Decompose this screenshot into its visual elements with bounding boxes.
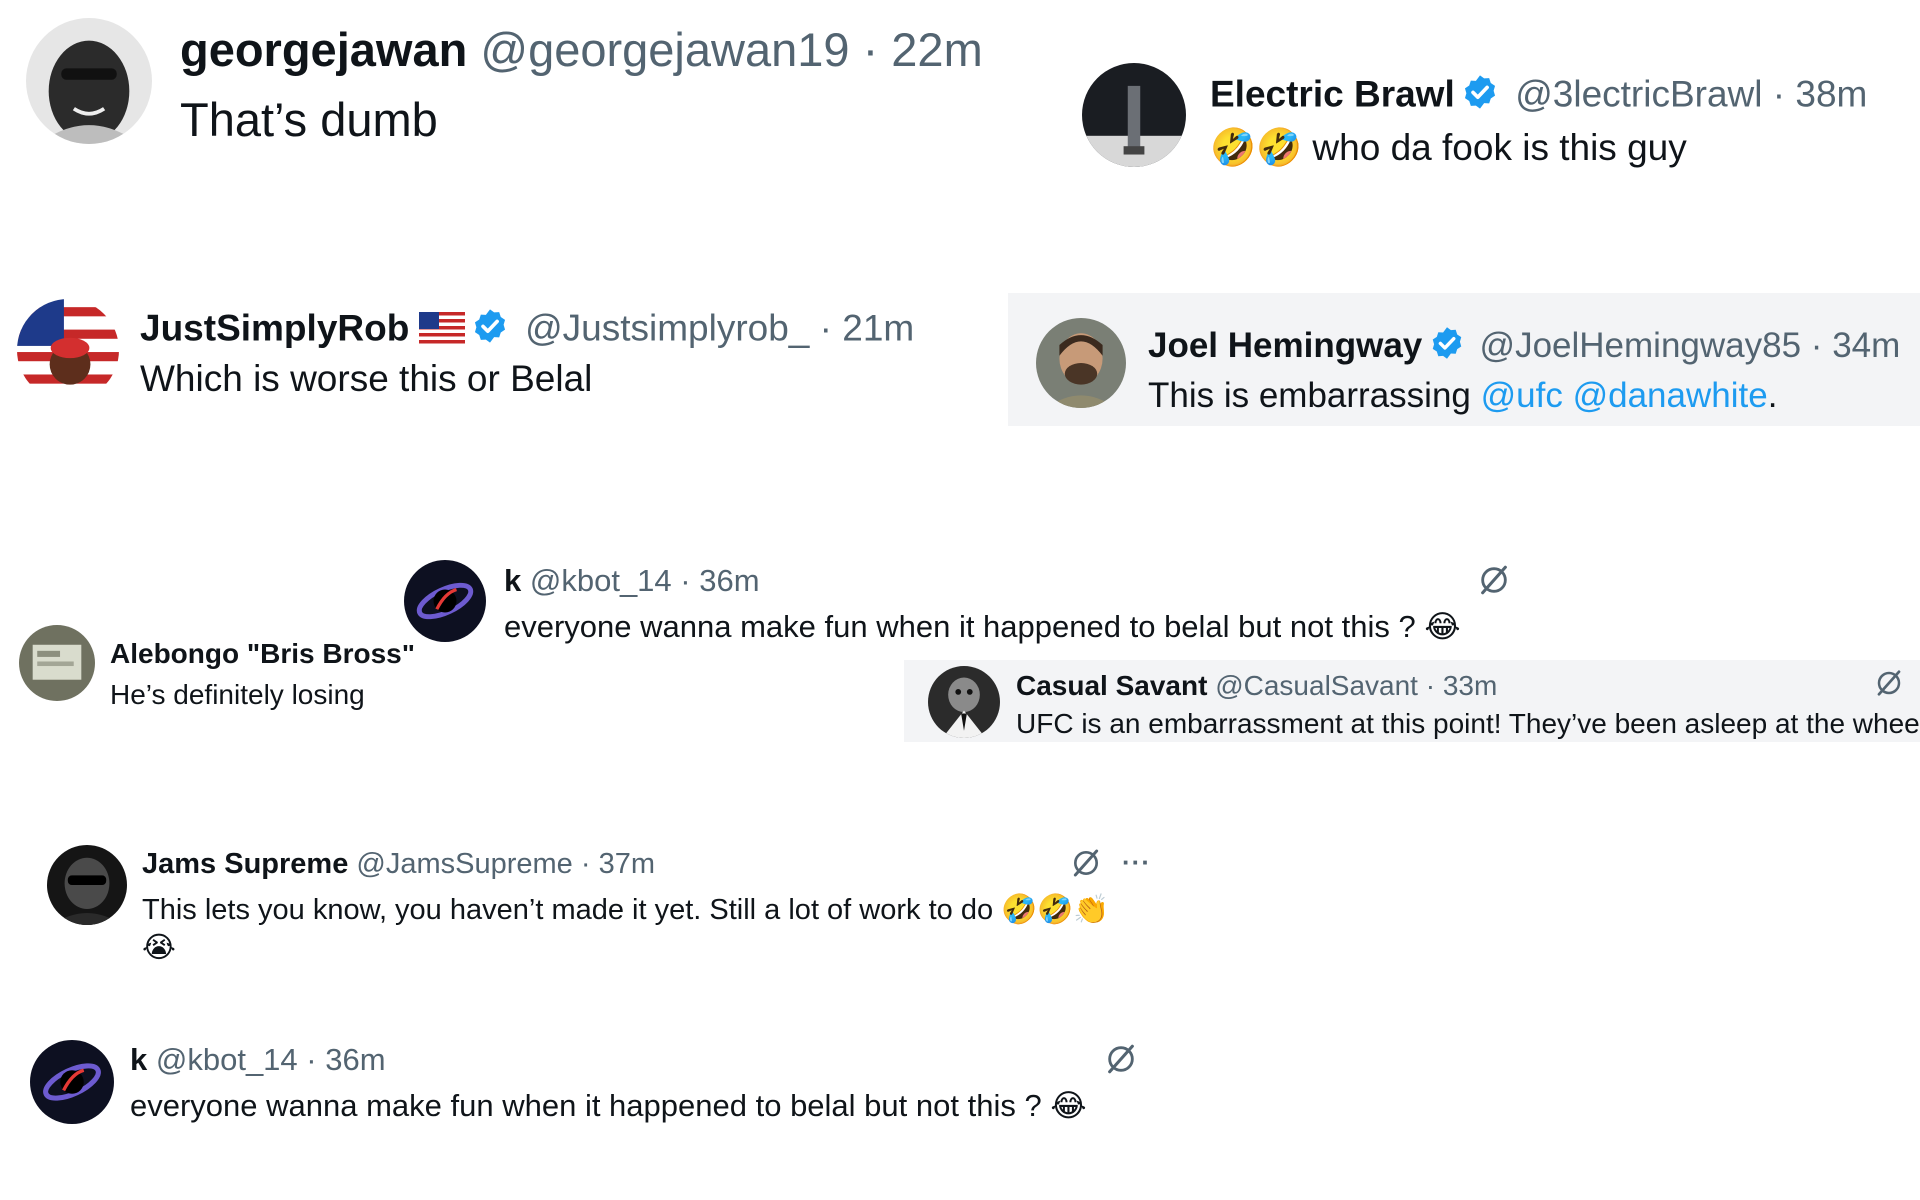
joy-emoji: 😂 (1050, 1088, 1087, 1124)
rofl-emoji: 🤣🤣 (1210, 126, 1303, 169)
user-handle[interactable]: @JoelHemingway85 (1480, 326, 1802, 365)
user-handle[interactable]: @Justsimplyrob_ (525, 308, 809, 349)
reply-text-content: This lets you know, you haven’t made it … (142, 894, 994, 926)
reply-header: georgejawan @georgejawan19 · 22m (180, 26, 983, 73)
reply-electric-brawl: Electric Brawl @3lectricBrawl · 38m 🤣🤣 w… (1060, 50, 1920, 180)
display-name[interactable]: k (130, 1042, 147, 1077)
user-handle[interactable]: @JamsSupreme (356, 848, 572, 880)
timestamp[interactable]: 34m (1832, 326, 1900, 365)
verified-badge-icon (471, 307, 509, 351)
avatar[interactable] (19, 625, 95, 701)
grok-icon[interactable] (1104, 1042, 1138, 1076)
separator: · (680, 563, 691, 598)
reply-text: This is embarrassing @ufc @danawhite. (1148, 376, 1777, 416)
verified-badge-icon (1429, 325, 1465, 367)
avatar[interactable] (928, 666, 1000, 738)
joy-emoji: 😂 (1424, 609, 1461, 645)
avatar[interactable] (1036, 318, 1126, 408)
display-name[interactable]: georgejawan (180, 23, 467, 76)
separator: · (1810, 325, 1823, 365)
user-handle[interactable]: @kbot_14 (530, 563, 672, 598)
reply-joel-hemingway: Joel Hemingway @JoelHemingway85 · 34m Th… (1008, 293, 1920, 426)
reply-text-content: everyone wanna make fun when it happened… (130, 1088, 1042, 1123)
display-name[interactable]: JustSimplyRob (140, 308, 409, 349)
separator: · (306, 1042, 317, 1077)
more-icon[interactable]: ··· (1122, 847, 1151, 878)
reply-text-content: This is embarrassing (1148, 376, 1481, 415)
reply-text-second-line: 😭 (142, 930, 176, 965)
reply-text-content: everyone wanna make fun when it happened… (504, 609, 1416, 644)
timestamp[interactable]: 36m (325, 1042, 385, 1077)
separator: · (1772, 73, 1786, 115)
mention-link-ufc[interactable]: @ufc (1481, 376, 1563, 415)
reply-text: This lets you know, you haven’t made it … (142, 892, 1110, 927)
sob-emoji: 😭 (142, 930, 176, 964)
separator: · (1425, 670, 1436, 701)
trailing-punctuation: . (1767, 376, 1778, 415)
reply-alebongo: Alebongo "Bris Bross" He’s definitely lo… (0, 615, 415, 715)
timestamp[interactable]: 21m (842, 308, 914, 349)
grok-icon[interactable] (1477, 563, 1511, 597)
avatar[interactable] (1082, 63, 1186, 167)
avatar[interactable] (17, 299, 119, 401)
reply-header: Electric Brawl @3lectricBrawl · 38m (1210, 73, 1867, 117)
mention-link-danawhite[interactable]: @danawhite (1573, 376, 1768, 415)
reply-text: UFC is an embarrassment at this point! T… (1016, 708, 1920, 739)
separator: · (862, 23, 879, 76)
reply-text-content: who da fook is this guy (1312, 127, 1687, 168)
display-name[interactable]: Jams Supreme (142, 848, 348, 880)
reply-justsimplyrob: JustSimplyRob @Justsimplyrob_ · 21m Whic… (0, 285, 1000, 415)
user-handle[interactable]: @georgejawan19 (480, 23, 849, 76)
reply-text: That’s dumb (180, 93, 438, 146)
reply-header: Alebongo "Bris Bross" (110, 640, 415, 668)
timestamp[interactable]: 36m (699, 563, 759, 598)
reply-header: k @kbot_14 · 36m (504, 565, 760, 596)
user-handle[interactable]: @kbot_14 (156, 1042, 298, 1077)
reply-header: Casual Savant @CasualSavant · 33m (1016, 672, 1497, 700)
timestamp[interactable]: 22m (891, 23, 982, 76)
display-name[interactable]: Casual Savant (1016, 670, 1207, 701)
reply-header: k @kbot_14 · 36m (130, 1044, 386, 1075)
avatar[interactable] (26, 18, 152, 144)
avatar[interactable] (47, 845, 127, 925)
timestamp[interactable]: 37m (599, 848, 655, 880)
display-name[interactable]: k (504, 563, 521, 598)
reply-georgejawan: georgejawan @georgejawan19 · 22m That’s … (0, 0, 1000, 160)
avatar[interactable] (404, 560, 486, 642)
reply-text: 🤣🤣 who da fook is this guy (1210, 126, 1687, 170)
reaction-emoji: 🤣🤣👏 (1001, 892, 1110, 926)
reply-k-bottom: k @kbot_14 · 36m everyone wanna make fun… (0, 1030, 1180, 1140)
reply-jams-supreme: Jams Supreme @JamsSupreme · 37m ··· This… (0, 835, 1180, 975)
display-name[interactable]: Alebongo "Bris Bross" (110, 638, 415, 669)
separator: · (580, 848, 591, 880)
user-handle[interactable]: @CasualSavant (1215, 670, 1418, 701)
reply-text: everyone wanna make fun when it happened… (130, 1088, 1087, 1125)
reply-header: Joel Hemingway @JoelHemingway85 · 34m (1148, 325, 1900, 367)
display-name[interactable]: Electric Brawl (1210, 74, 1455, 115)
reply-casual-savant: Casual Savant @CasualSavant · 33m UFC is… (904, 660, 1920, 742)
reply-header: Jams Supreme @JamsSupreme · 37m (142, 850, 655, 879)
timestamp[interactable]: 38m (1795, 74, 1867, 115)
grok-icon[interactable] (1874, 668, 1904, 698)
grok-icon[interactable] (1070, 847, 1102, 879)
reply-text: everyone wanna make fun when it happened… (504, 609, 1461, 646)
us-flag-icon (418, 311, 465, 350)
reply-text: He’s definitely losing (110, 679, 365, 710)
separator: · (819, 307, 832, 349)
display-name[interactable]: Joel Hemingway (1148, 326, 1422, 365)
reply-text: Which is worse this or Belal (140, 358, 593, 399)
timestamp[interactable]: 33m (1443, 670, 1497, 701)
user-handle[interactable]: @3lectricBrawl (1515, 74, 1762, 115)
avatar[interactable] (30, 1040, 114, 1124)
reply-k-top: k @kbot_14 · 36m everyone wanna make fun… (392, 545, 1520, 645)
verified-badge-icon (1461, 73, 1499, 117)
reply-header: JustSimplyRob @Justsimplyrob_ · 21m (140, 307, 914, 351)
